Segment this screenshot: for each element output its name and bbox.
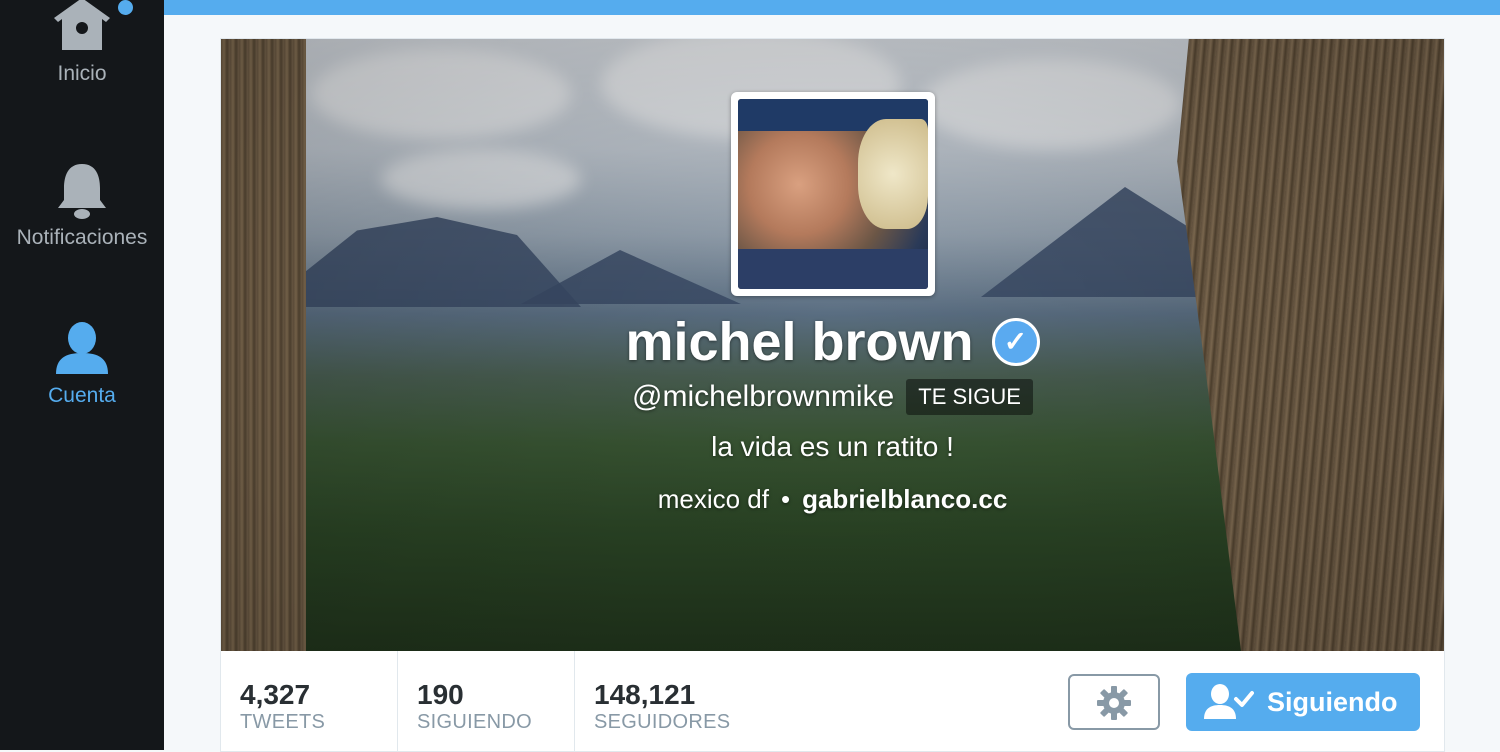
stat-tweets[interactable]: 4,327 TWEETS — [221, 651, 398, 751]
profile-meta: mexico df • gabrielblanco.cc — [221, 484, 1444, 515]
sidebar-item-label: Cuenta — [48, 384, 116, 407]
settings-button[interactable] — [1068, 674, 1160, 730]
sidebar-item-cuenta[interactable]: Cuenta — [0, 320, 164, 408]
sidebar-item-label: Inicio — [57, 62, 107, 85]
profile-name-row: michel brown ✓ — [221, 311, 1444, 373]
bell-icon — [58, 164, 106, 219]
profile-card: michel brown ✓ @michelbrownmike TE SIGUE l… — [220, 38, 1445, 752]
profile-location: mexico df — [657, 484, 769, 514]
profile-bio: la vida es un ratito ! — [711, 431, 954, 462]
stat-seguidores[interactable]: 148,121 SEGUIDORES — [575, 651, 775, 751]
profile-header-image: michel brown ✓ @michelbrownmike TE SIGUE l… — [221, 39, 1444, 651]
stat-label: SIGUIENDO — [417, 711, 532, 733]
following-button-label: Siguiendo — [1267, 687, 1398, 717]
sidebar: Inicio Notificaciones Cuenta — [0, 0, 164, 750]
stat-siguiendo[interactable]: 190 SIGUIENDO — [398, 651, 575, 751]
stat-value: 148,121 — [594, 679, 696, 710]
avatar[interactable] — [731, 92, 935, 296]
stat-value: 4,327 — [240, 679, 311, 710]
stat-label: SEGUIDORES — [594, 711, 731, 733]
avatar-photo — [738, 99, 928, 289]
profile-url-link[interactable]: gabrielblanco.cc — [802, 484, 1007, 514]
top-accent-bar — [164, 0, 1500, 15]
follows-you-badge: TE SIGUE — [906, 379, 1033, 415]
verified-badge-icon: ✓ — [991, 318, 1040, 366]
sidebar-item-notificaciones[interactable]: Notificaciones — [0, 160, 164, 250]
gear-icon — [1097, 686, 1131, 720]
following-button[interactable]: Siguiendo — [1186, 673, 1420, 731]
birdhouse-icon — [54, 0, 110, 50]
sidebar-item-inicio[interactable]: Inicio — [0, 0, 164, 86]
profile-name: michel brown — [625, 312, 974, 372]
profile-handle-row: @michelbrownmike TE SIGUE — [221, 379, 1444, 415]
sidebar-item-label: Notificaciones — [16, 226, 148, 249]
stat-value: 190 — [417, 679, 464, 710]
person-icon — [56, 322, 108, 374]
person-check-icon — [1204, 684, 1254, 719]
meta-separator: • — [780, 484, 791, 514]
profile-handle: @michelbrownmike — [632, 380, 895, 413]
profile-stats-bar: 4,327 TWEETS 190 SIGUIENDO 148,121 SEGUI… — [221, 651, 1444, 751]
stat-label: TWEETS — [240, 711, 326, 733]
